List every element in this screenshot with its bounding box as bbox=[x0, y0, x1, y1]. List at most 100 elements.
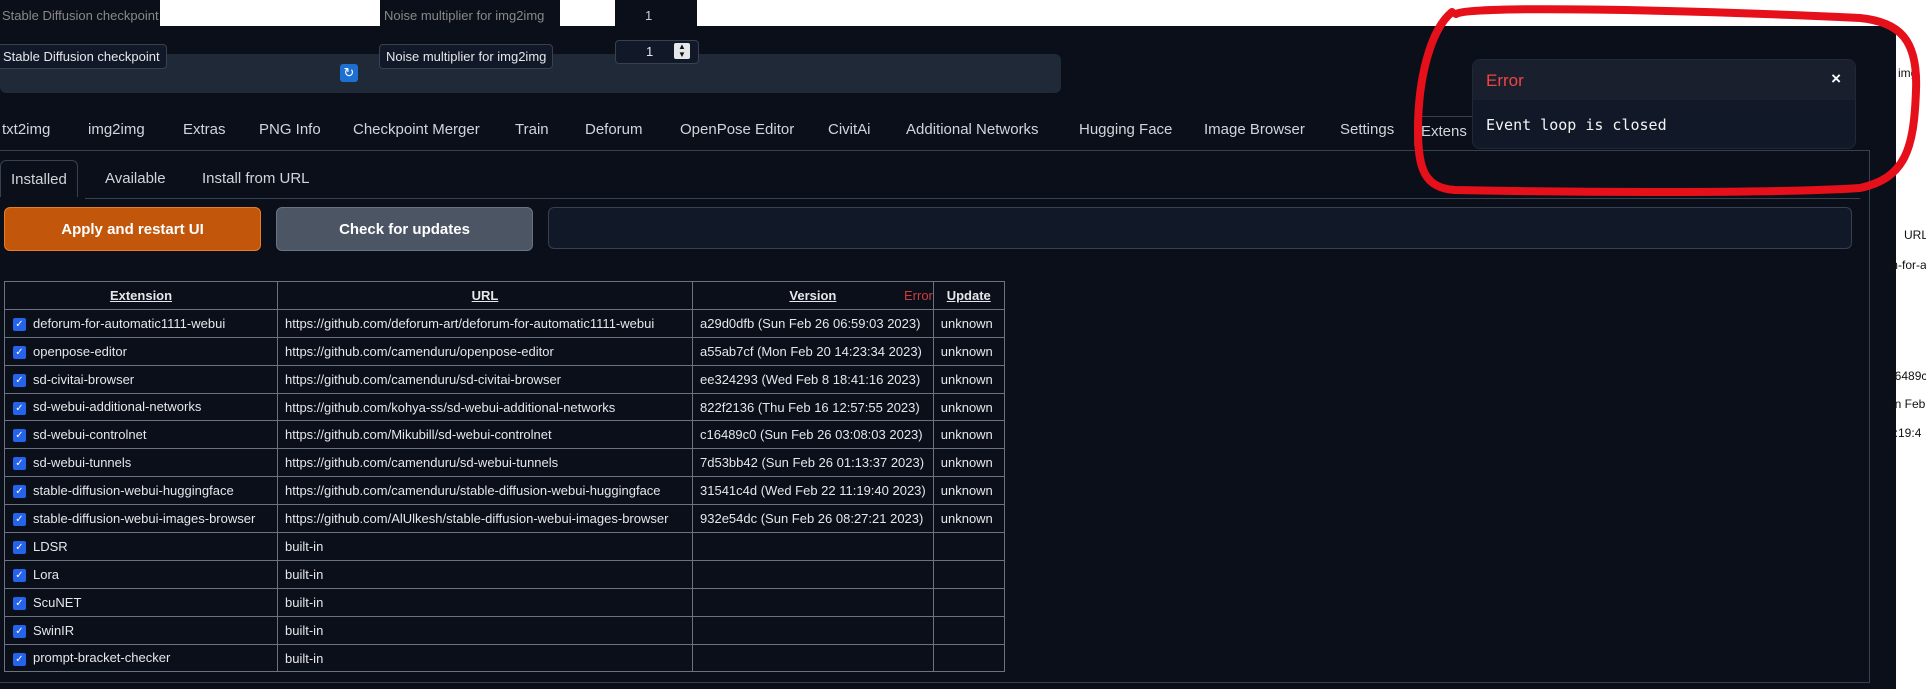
extension-cell: ✓ stable-diffusion-webui-huggingface bbox=[4, 476, 278, 506]
tab-openpose-editor[interactable]: OpenPose Editor bbox=[680, 121, 794, 138]
header-version: Version bbox=[692, 281, 934, 310]
enable-checkbox[interactable]: ✓ bbox=[13, 457, 26, 471]
extension-name: stable-diffusion-webui-images-browser bbox=[33, 511, 256, 527]
glitch-fragment: un Feb bbox=[1888, 397, 1926, 411]
ghost-stepper-value: 1 bbox=[645, 8, 653, 23]
check-updates-button[interactable]: Check for updates bbox=[276, 207, 533, 251]
apply-restart-button[interactable]: Apply and restart UI bbox=[4, 207, 261, 251]
extension-cell: ✓ SwinIR bbox=[4, 615, 278, 645]
tab-img2img[interactable]: img2img bbox=[88, 121, 145, 138]
update-cell: unknown bbox=[932, 308, 1005, 338]
table-row: ✓ sd-webui-additional-networks https://git… bbox=[4, 392, 1005, 422]
url-cell: https://github.com/camenduru/sd-civitai-… bbox=[277, 364, 693, 394]
extension-name: deforum-for-automatic1111-webui bbox=[33, 315, 226, 331]
tab-extras[interactable]: Extras bbox=[183, 121, 226, 138]
extension-name: openpose-editor bbox=[33, 343, 127, 359]
extensions-table: Extension URL Version Update ✓ deforum-fo… bbox=[4, 281, 1005, 673]
extension-cell: ✓ ScuNET bbox=[4, 587, 278, 617]
extension-cell: ✓ prompt-bracket-checker bbox=[4, 643, 278, 673]
extension-name: prompt-bracket-checker bbox=[33, 650, 171, 666]
url-cell: https://github.com/camenduru/stable-diff… bbox=[277, 476, 693, 506]
stepper-arrows-icon[interactable]: ▲ ▼ bbox=[674, 43, 690, 59]
version-cell bbox=[692, 615, 934, 645]
url-cell: https://github.com/camenduru/openpose-ed… bbox=[277, 336, 693, 366]
noise-multiplier-value: 1 bbox=[646, 44, 654, 59]
tab-hugging-face[interactable]: Hugging Face bbox=[1079, 121, 1172, 138]
refresh-icon[interactable]: ↻ bbox=[340, 64, 358, 82]
enable-checkbox[interactable]: ✓ bbox=[13, 513, 26, 527]
table-row: ✓ Lora built-in bbox=[4, 559, 1005, 589]
update-cell bbox=[932, 532, 1005, 561]
update-cell: unknown bbox=[932, 420, 1005, 450]
extension-cell: ✓ sd-civitai-browser bbox=[4, 364, 278, 394]
tab-settings[interactable]: Settings bbox=[1340, 121, 1394, 138]
url-cell: https://github.com/Mikubill/sd-webui-con… bbox=[277, 420, 693, 450]
url-cell: built-in bbox=[277, 587, 693, 617]
url-cell: built-in bbox=[277, 532, 693, 561]
header-update: Update bbox=[932, 281, 1005, 310]
tab-additional-networks[interactable]: Additional Networks bbox=[906, 121, 1039, 138]
extension-name: sd-webui-additional-networks bbox=[33, 399, 202, 415]
version-cell: 822f2136 (Thu Feb 16 12:57:55 2023) bbox=[692, 392, 934, 422]
extension-name: sd-civitai-browser bbox=[33, 371, 135, 387]
tab-train[interactable]: Train bbox=[515, 121, 549, 138]
enable-checkbox[interactable]: ✓ bbox=[13, 373, 26, 387]
update-cell bbox=[932, 643, 1005, 673]
tab-image-browser[interactable]: Image Browser bbox=[1204, 121, 1305, 138]
table-row: ✓ stable-diffusion-webui-images-browser ht… bbox=[4, 504, 1005, 534]
extension-name: sd-webui-controlnet bbox=[33, 427, 147, 443]
table-row: ✓ LDSR built-in bbox=[4, 532, 1005, 561]
update-cell: unknown bbox=[932, 364, 1005, 394]
enable-checkbox[interactable]: ✓ bbox=[13, 317, 26, 331]
enable-checkbox[interactable]: ✓ bbox=[13, 652, 26, 666]
url-cell: https://github.com/deforum-art/deforum-f… bbox=[277, 308, 693, 338]
ghost-checkpoint-label: Stable Diffusion checkpoint bbox=[2, 8, 159, 23]
glitch-fragment: 3:19:4 bbox=[1888, 426, 1922, 440]
url-cell: https://github.com/AlUlkesh/stable-diffu… bbox=[277, 504, 693, 534]
extension-name: Lora bbox=[33, 566, 60, 582]
extension-cell: ✓ sd-webui-controlnet bbox=[4, 420, 278, 450]
close-icon[interactable]: × bbox=[1831, 69, 1841, 89]
url-cell: built-in bbox=[277, 559, 693, 589]
noise-multiplier-stepper[interactable]: 1 ▲ ▼ bbox=[615, 40, 699, 64]
enable-checkbox[interactable]: ✓ bbox=[13, 540, 26, 554]
toast-message: Event loop is closed bbox=[1486, 116, 1667, 134]
tab-txt2img[interactable]: txt2img bbox=[2, 121, 50, 138]
enable-checkbox[interactable]: ✓ bbox=[13, 401, 26, 415]
subtab-installed[interactable]: Installed bbox=[0, 160, 78, 197]
enable-checkbox[interactable]: ✓ bbox=[13, 345, 26, 359]
enable-checkbox[interactable]: ✓ bbox=[13, 596, 26, 610]
tab-checkpoint-merger[interactable]: Checkpoint Merger bbox=[353, 121, 480, 138]
enable-checkbox[interactable]: ✓ bbox=[13, 624, 26, 638]
extension-cell: ✓ sd-webui-tunnels bbox=[4, 448, 278, 478]
checkpoint-label: Stable Diffusion checkpoint bbox=[0, 44, 167, 69]
subtab-install-from-url[interactable]: Install from URL bbox=[202, 170, 310, 187]
glitch-fragment: 16489c bbox=[1888, 369, 1926, 383]
enable-checkbox[interactable]: ✓ bbox=[13, 429, 26, 443]
table-row: ✓ stable-diffusion-webui-huggingface https… bbox=[4, 476, 1005, 506]
enable-checkbox[interactable]: ✓ bbox=[13, 485, 26, 499]
extension-name: SwinIR bbox=[33, 622, 75, 638]
enable-checkbox[interactable]: ✓ bbox=[13, 568, 26, 582]
extension-cell: ✓ sd-webui-additional-networks bbox=[4, 392, 278, 422]
subtab-available[interactable]: Available bbox=[105, 170, 166, 187]
url-cell: https://github.com/kohya-ss/sd-webui-add… bbox=[277, 392, 693, 422]
tab-civitai[interactable]: CivitAi bbox=[828, 121, 871, 138]
tab-png-info[interactable]: PNG Info bbox=[259, 121, 321, 138]
version-cell bbox=[692, 532, 934, 561]
table-row: ✓ openpose-editor https://github.com/camen… bbox=[4, 336, 1005, 366]
header-extension: Extension bbox=[4, 281, 278, 310]
toast-title: Error bbox=[1486, 71, 1524, 90]
update-cell: unknown bbox=[932, 392, 1005, 422]
extension-cell: ✓ stable-diffusion-webui-images-browser bbox=[4, 504, 278, 534]
table-row: ✓ sd-civitai-browser https://github.com/ca… bbox=[4, 364, 1005, 394]
version-cell bbox=[692, 643, 934, 673]
header-url: URL bbox=[277, 281, 693, 310]
extension-cell: ✓ Lora bbox=[4, 559, 278, 589]
error-toast: Error × Event loop is closed bbox=[1472, 59, 1856, 149]
version-cell bbox=[692, 559, 934, 589]
tab-deforum[interactable]: Deforum bbox=[585, 121, 643, 138]
version-cell: 7d53bb42 (Sun Feb 26 01:13:37 2023) bbox=[692, 448, 934, 478]
extension-name: stable-diffusion-webui-huggingface bbox=[33, 483, 234, 499]
version-cell: a55ab7cf (Mon Feb 20 14:23:34 2023) bbox=[692, 336, 934, 366]
